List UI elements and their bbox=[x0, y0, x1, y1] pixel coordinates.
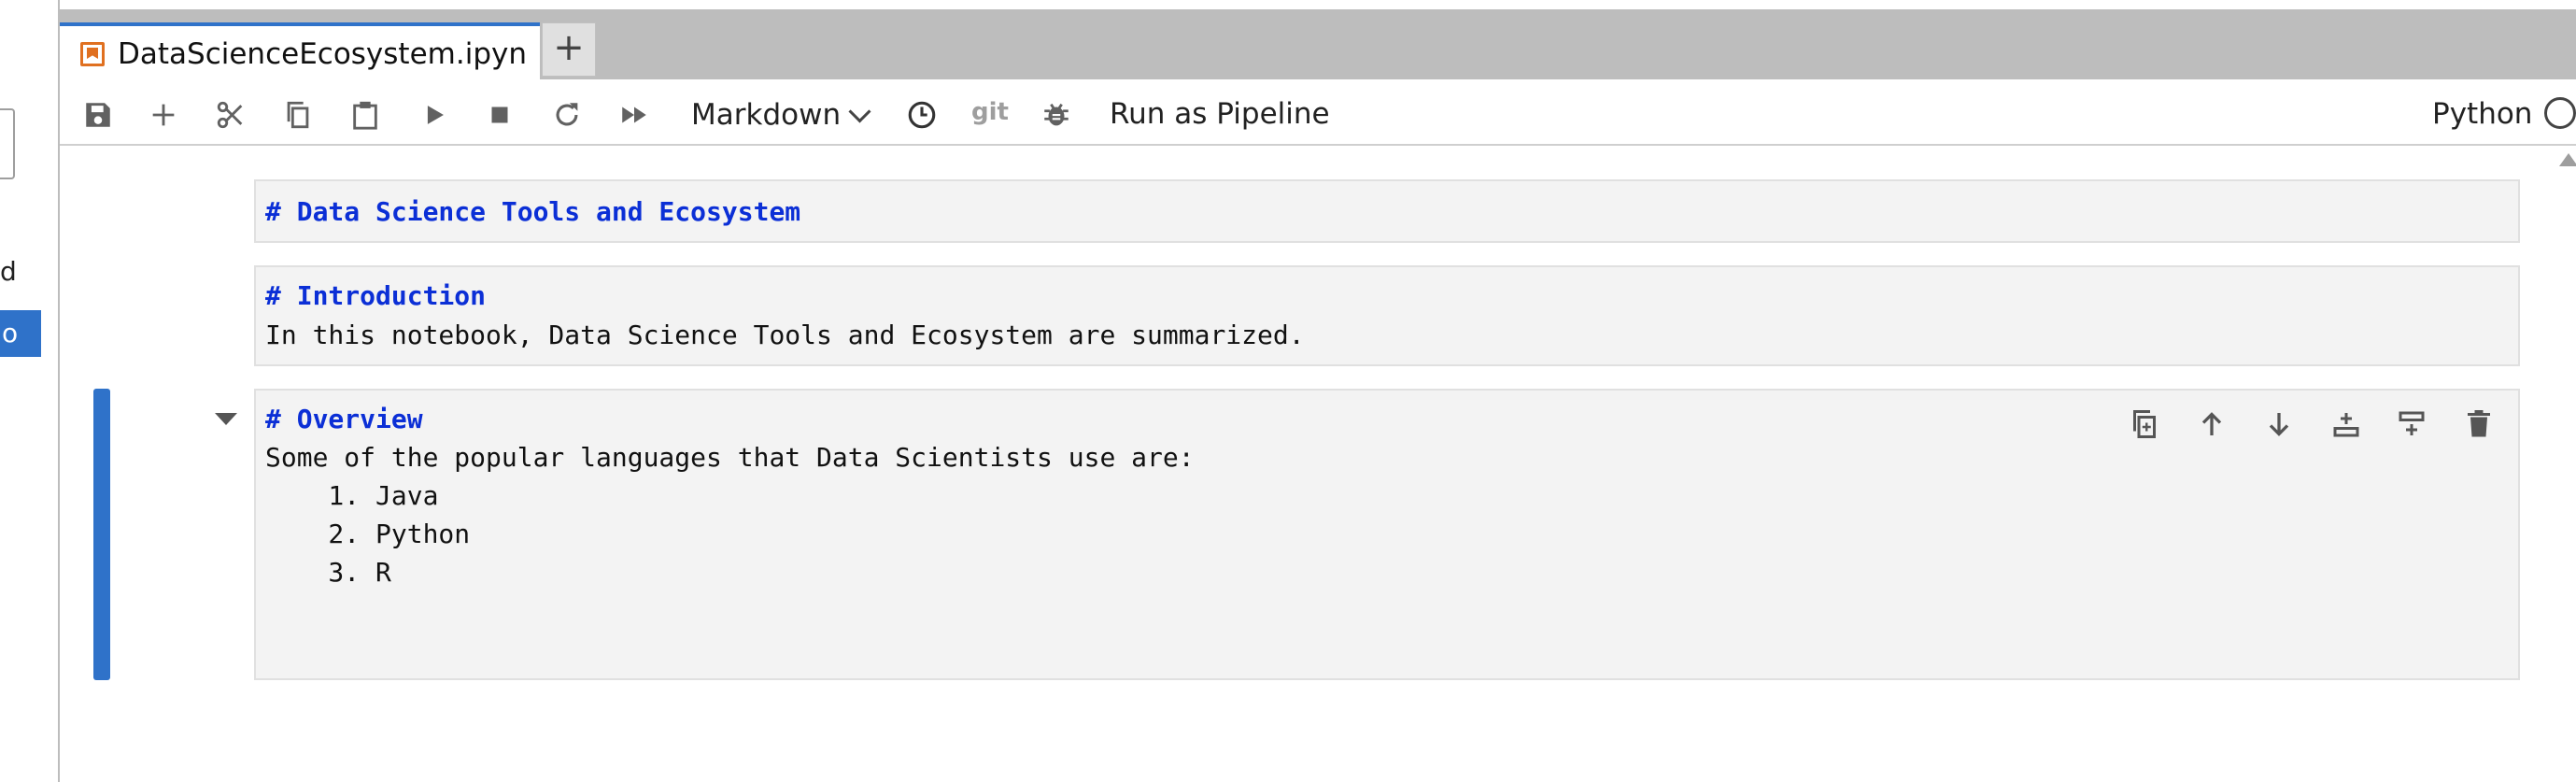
markdown-cell-active[interactable]: # Overview Some of the popular languages… bbox=[254, 389, 2520, 680]
run-all-button[interactable] bbox=[613, 93, 656, 136]
move-up-icon bbox=[2201, 412, 2222, 435]
cell-line: # Data Science Tools and Ecosystem bbox=[265, 196, 801, 227]
insert-cell-above-button[interactable] bbox=[2389, 402, 2434, 447]
add-cell-button[interactable] bbox=[142, 93, 185, 136]
delete-cell-button[interactable] bbox=[2456, 402, 2501, 447]
cell-line: # Introduction bbox=[265, 280, 487, 311]
insert-cell-below-button[interactable] bbox=[2324, 402, 2369, 447]
cell-line: 3. R bbox=[265, 557, 391, 588]
cell-type-value: Markdown bbox=[691, 98, 842, 132]
copy-icon bbox=[287, 101, 309, 129]
paste-button[interactable] bbox=[344, 93, 387, 136]
cut-button[interactable] bbox=[209, 93, 252, 136]
run-as-pipeline-button[interactable]: Run as Pipeline bbox=[1110, 93, 1330, 135]
paste-icon bbox=[353, 101, 377, 130]
sidebar-list-item[interactable]: d bbox=[0, 256, 17, 287]
move-cell-down-button[interactable] bbox=[2257, 402, 2301, 447]
active-cell-indicator[interactable] bbox=[93, 389, 110, 680]
add-icon bbox=[152, 104, 175, 126]
cut-icon bbox=[217, 101, 243, 129]
save-button[interactable] bbox=[77, 93, 120, 136]
sidebar-list-item-selected[interactable]: o bbox=[0, 310, 41, 357]
kernel-name[interactable]: Python bbox=[2432, 93, 2532, 135]
new-tab-button[interactable]: + bbox=[542, 22, 596, 77]
copy-button[interactable] bbox=[276, 93, 319, 136]
run-icon bbox=[427, 106, 444, 124]
tab-label: DataScienceEcosystem.ipyn bbox=[118, 37, 527, 71]
insert-above-icon bbox=[2399, 411, 2425, 435]
move-down-icon bbox=[2269, 413, 2289, 436]
clock-icon bbox=[908, 101, 936, 129]
markdown-cell[interactable]: # Introduction In this notebook, Data Sc… bbox=[254, 265, 2520, 366]
restart-button[interactable] bbox=[545, 93, 588, 136]
chevron-down-icon bbox=[848, 99, 871, 123]
save-icon bbox=[86, 103, 110, 127]
run-all-icon bbox=[622, 107, 646, 123]
kernel-status-icon bbox=[2544, 97, 2576, 129]
debugger-button[interactable] bbox=[1035, 93, 1078, 136]
duplicate-cell-icon bbox=[2133, 410, 2156, 438]
collapse-caret-icon[interactable] bbox=[215, 413, 237, 425]
markdown-cell[interactable]: # Data Science Tools and Ecosystem bbox=[254, 179, 2520, 243]
cell-type-dropdown[interactable]: Markdown bbox=[691, 93, 871, 136]
move-cell-up-button[interactable] bbox=[2189, 402, 2234, 447]
git-button[interactable]: git bbox=[971, 93, 1009, 131]
scroll-up-icon[interactable] bbox=[2559, 153, 2576, 166]
clock-button[interactable] bbox=[900, 93, 943, 136]
cell-line: Some of the popular languages that Data … bbox=[265, 442, 1195, 473]
delete-icon bbox=[2468, 410, 2490, 437]
cell-line: In this notebook, Data Science Tools and… bbox=[265, 320, 1305, 350]
bug-icon bbox=[1044, 103, 1069, 126]
stop-button[interactable] bbox=[478, 93, 521, 136]
cell-line: # Overview bbox=[265, 404, 423, 434]
stop-icon bbox=[491, 107, 508, 123]
run-button[interactable] bbox=[413, 93, 456, 136]
sidebar-search-field[interactable] bbox=[0, 108, 15, 179]
cell-line: 1. Java bbox=[265, 480, 439, 511]
left-sidebar: d o bbox=[0, 0, 60, 782]
tab-notebook[interactable]: DataScienceEcosystem.ipyn bbox=[60, 22, 570, 80]
cell-line: 2. Python bbox=[265, 519, 471, 549]
duplicate-cell-button[interactable] bbox=[2122, 402, 2167, 447]
insert-below-icon bbox=[2333, 413, 2359, 437]
notebook-icon bbox=[80, 42, 105, 66]
restart-icon bbox=[556, 103, 578, 126]
